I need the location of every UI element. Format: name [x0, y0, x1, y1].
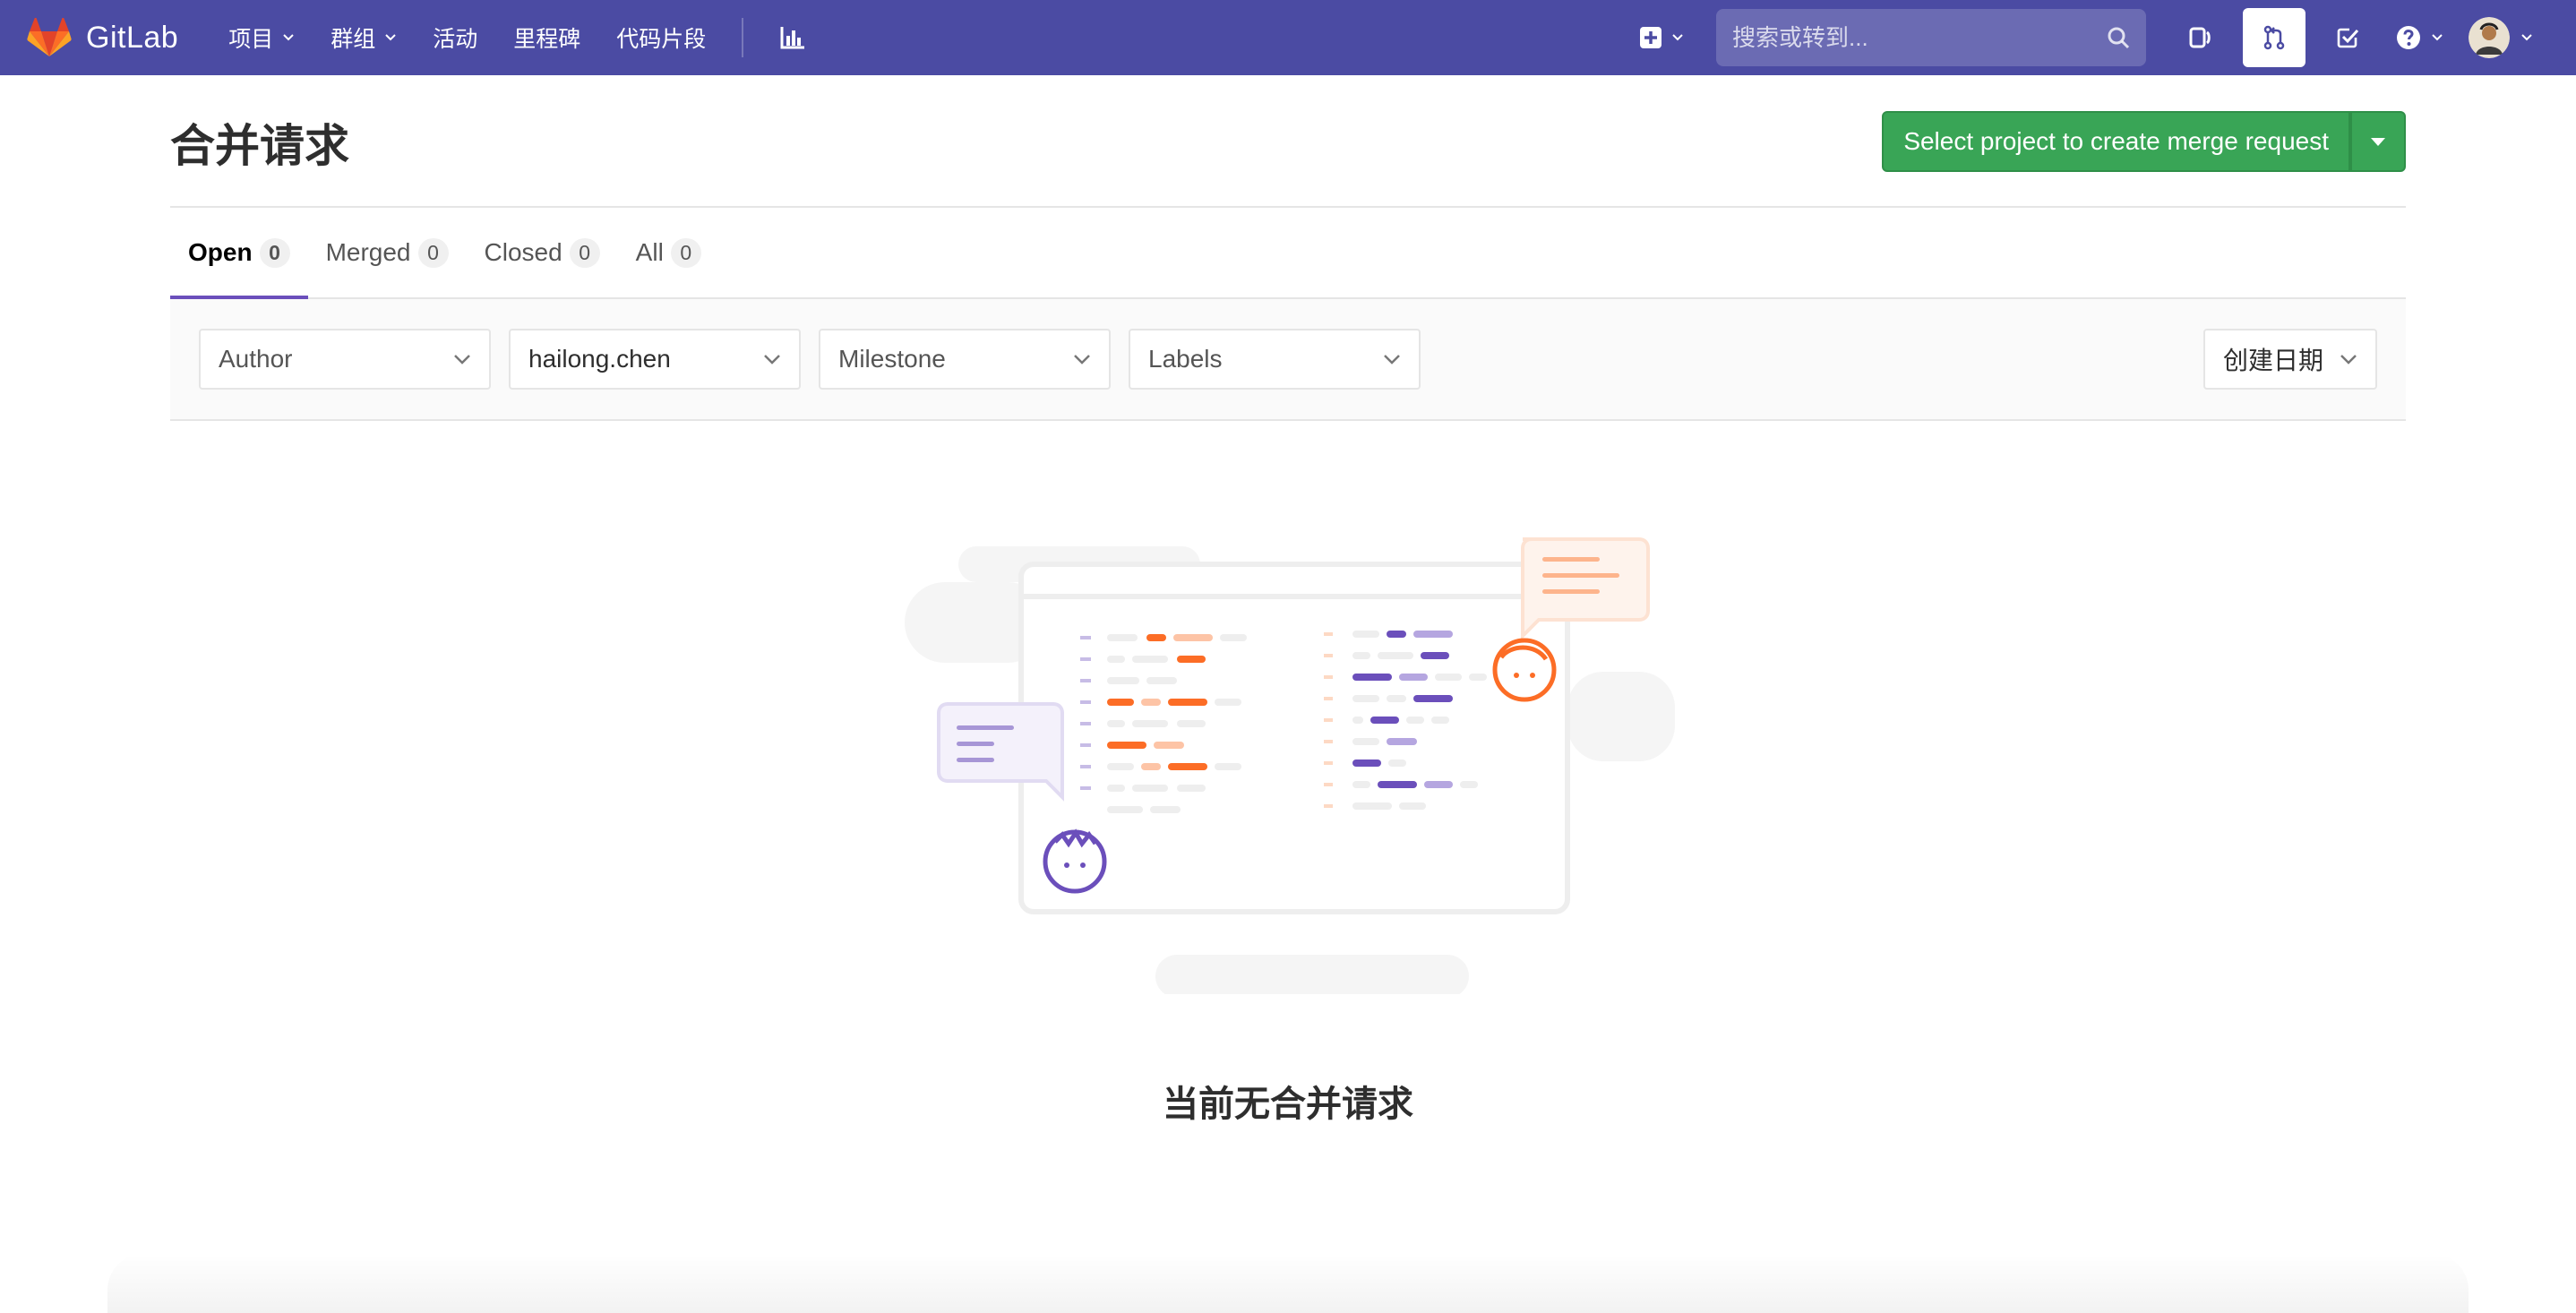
- caret-down-icon: [2371, 137, 2385, 146]
- nav-groups[interactable]: 群组: [331, 21, 397, 54]
- page-header: 合并请求 Select project to create merge requ…: [170, 75, 2406, 208]
- tab-merged-count: 0: [417, 237, 449, 268]
- tab-open-label: Open: [188, 238, 253, 266]
- avatar: [2469, 17, 2510, 58]
- author-filter-dropdown[interactable]: Author: [199, 329, 491, 390]
- nav-divider: [742, 18, 744, 57]
- tab-open-count: 0: [259, 237, 290, 268]
- nav-snippets-label: 代码片段: [616, 27, 707, 52]
- nav-activity[interactable]: 活动: [433, 21, 477, 54]
- sort-dropdown[interactable]: 创建日期: [2203, 329, 2377, 390]
- gitlab-logo-icon: [27, 18, 72, 56]
- labels-filter-dropdown[interactable]: Labels: [1129, 329, 1421, 390]
- user-menu[interactable]: [2469, 17, 2533, 58]
- chevron-down-icon: [283, 34, 294, 41]
- nav-right: [1639, 0, 2576, 75]
- tab-closed-count: 0: [569, 237, 600, 268]
- nav-projects-label: 项目: [228, 27, 274, 52]
- chart-icon[interactable]: [779, 25, 806, 50]
- brand[interactable]: GitLab: [27, 0, 178, 75]
- chevron-down-icon: [454, 355, 470, 365]
- page-title: 合并请求: [170, 121, 349, 171]
- tab-open[interactable]: Open 0: [170, 208, 308, 299]
- nav-groups-label: 群组: [331, 27, 376, 52]
- tab-closed-label: Closed: [484, 238, 562, 266]
- empty-merge-requests-illustration: [905, 537, 1675, 994]
- plus-square-icon: [1640, 27, 1662, 48]
- merge-request-icon: [2263, 25, 2285, 50]
- chevron-down-icon: [2340, 355, 2357, 365]
- chevron-down-icon: [1074, 355, 1090, 365]
- search-input[interactable]: [1732, 23, 2107, 52]
- issues-icon: [2189, 27, 2211, 48]
- state-tabs: Open 0 Merged 0 Closed 0 All 0: [170, 208, 2406, 299]
- brand-name: GitLab: [86, 20, 179, 55]
- search-icon[interactable]: [2107, 26, 2130, 49]
- tab-merged-label: Merged: [325, 238, 411, 266]
- author-filter-label: Author: [219, 345, 293, 373]
- todo-icon: [2337, 28, 2359, 48]
- create-merge-request-dropdown-toggle[interactable]: [2350, 111, 2406, 172]
- help-dropdown[interactable]: [2395, 24, 2443, 51]
- chevron-down-icon: [1672, 34, 1683, 41]
- assignee-filter-label: hailong.chen: [528, 345, 671, 373]
- empty-state-message: 当前无合并请求: [1163, 1085, 1413, 1124]
- merge-requests-button[interactable]: [2243, 8, 2306, 67]
- chevron-down-icon: [2521, 34, 2532, 41]
- chevron-down-icon: [385, 34, 396, 41]
- create-merge-request-split-button: Select project to create merge request: [1882, 111, 2406, 172]
- tab-merged[interactable]: Merged 0: [308, 208, 467, 297]
- chevron-down-icon: [1384, 355, 1400, 365]
- nav-projects[interactable]: 项目: [228, 21, 295, 54]
- labels-filter-label: Labels: [1148, 345, 1223, 373]
- bottom-shadow: [107, 1254, 2469, 1313]
- tab-all-count: 0: [670, 237, 701, 268]
- nav-snippets[interactable]: 代码片段: [616, 21, 706, 54]
- tab-all[interactable]: All 0: [618, 208, 719, 297]
- milestone-filter-label: Milestone: [838, 345, 946, 373]
- nav-activity-label: 活动: [433, 27, 478, 52]
- top-navbar: GitLab 项目 群组 活动 里程碑 代码片段: [0, 0, 2576, 75]
- tab-all-label: All: [635, 238, 664, 266]
- filter-bar: Author hailong.chen Milestone Labels 创建日…: [170, 299, 2406, 421]
- todos-button[interactable]: [2316, 8, 2379, 67]
- search-box[interactable]: [1716, 9, 2146, 66]
- help-icon: [2397, 26, 2420, 49]
- main-content: 合并请求 Select project to create merge requ…: [170, 75, 2406, 1284]
- sort-label: 创建日期: [2223, 347, 2324, 374]
- empty-state: 当前无合并请求: [170, 421, 2406, 1284]
- nav-milestones[interactable]: 里程碑: [513, 21, 580, 54]
- issues-button[interactable]: [2169, 8, 2232, 67]
- new-dropdown[interactable]: [1639, 26, 1684, 49]
- create-merge-request-button[interactable]: Select project to create merge request: [1882, 111, 2350, 172]
- nav-milestones-label: 里程碑: [513, 27, 581, 52]
- milestone-filter-dropdown[interactable]: Milestone: [819, 329, 1111, 390]
- assignee-filter-dropdown[interactable]: hailong.chen: [509, 329, 801, 390]
- tab-closed[interactable]: Closed 0: [467, 208, 618, 297]
- chevron-down-icon: [2432, 34, 2443, 41]
- chevron-down-icon: [764, 355, 780, 365]
- main-nav: 项目 群组 活动 里程碑 代码片段: [228, 0, 806, 75]
